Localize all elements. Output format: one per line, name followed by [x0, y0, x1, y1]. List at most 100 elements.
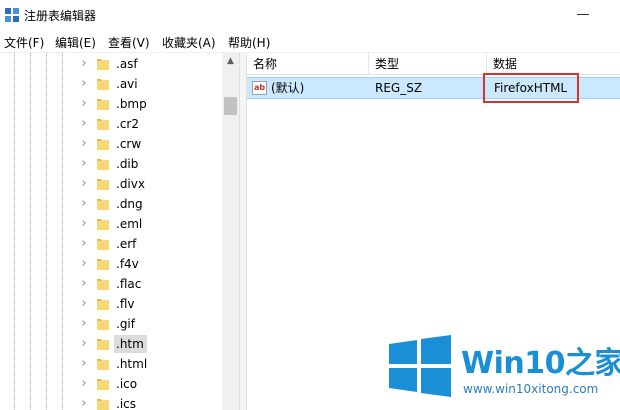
folder-icon [97, 79, 109, 90]
tree-item-label: .htm [114, 335, 147, 353]
chevron-right-icon[interactable]: › [78, 357, 90, 371]
folder-icon [97, 179, 109, 190]
tree-item[interactable]: › .asf [0, 54, 222, 74]
menu-favorites[interactable]: 收藏夹(A) [162, 34, 216, 51]
chevron-right-icon[interactable]: › [78, 197, 90, 211]
tree-item-label: .crw [116, 137, 142, 151]
regedit-app-icon [5, 8, 19, 22]
chevron-right-icon[interactable]: › [78, 97, 90, 111]
tree-item-label: .flac [116, 277, 142, 291]
tree-item[interactable]: › .bmp [0, 94, 222, 114]
tree-item-label: .html [116, 357, 148, 371]
value-name: (默认) [271, 81, 305, 95]
chevron-right-icon[interactable]: › [78, 397, 90, 410]
folder-icon [97, 199, 109, 210]
highlight-annotation-box [483, 73, 579, 103]
tree-item-label: .asf [116, 57, 138, 71]
value-type: REG_SZ [375, 81, 423, 95]
tree-item[interactable]: › .flac [0, 274, 222, 294]
tree-item-label: .eml [116, 217, 143, 231]
window-title: 注册表编辑器 [24, 9, 97, 23]
tree-item-label: .f4v [116, 257, 139, 271]
tree-item-label: .erf [116, 237, 137, 251]
tree-item[interactable]: › .dib [0, 154, 222, 174]
menu-edit[interactable]: 编辑(E) [55, 34, 96, 51]
tree-item-label: .ics [116, 397, 136, 410]
menu-view[interactable]: 查看(V) [108, 34, 150, 51]
tree-item[interactable]: › .gif [0, 314, 222, 334]
chevron-right-icon[interactable]: › [78, 297, 90, 311]
folder-icon [97, 339, 109, 350]
chevron-right-icon[interactable]: › [78, 137, 90, 151]
chevron-right-icon[interactable]: › [78, 277, 90, 291]
folder-icon [97, 399, 109, 410]
folder-icon [97, 159, 109, 170]
tree-item[interactable]: › .htm [0, 334, 222, 354]
watermark-url: www.win10xitong.com [463, 382, 599, 396]
column-header-type[interactable]: 类型 [369, 53, 487, 75]
tree-item[interactable]: › .html [0, 354, 222, 374]
watermark-title-suffix: 之家 [564, 346, 620, 381]
folder-icon [97, 219, 109, 230]
chevron-right-icon[interactable]: › [78, 117, 90, 131]
tree-item-label: .bmp [116, 97, 147, 111]
chevron-right-icon[interactable]: › [78, 337, 90, 351]
menu-bar: 文件(F) 编辑(E) 查看(V) 收藏夹(A) 帮助(H) [0, 30, 620, 53]
folder-icon [97, 359, 109, 370]
column-header-data[interactable]: 数据 [487, 53, 620, 75]
chevron-right-icon[interactable]: › [78, 157, 90, 171]
title-bar: 注册表编辑器 [0, 0, 620, 30]
folder-icon [97, 139, 109, 150]
tree-item-label: .divx [116, 177, 145, 191]
chevron-right-icon[interactable]: › [78, 77, 90, 91]
chevron-right-icon[interactable]: › [78, 237, 90, 251]
chevron-right-icon[interactable]: › [78, 257, 90, 271]
tree-scrollbar[interactable]: ▲ [222, 53, 239, 410]
watermark: Win10之家 www.win10xitong.com [383, 330, 620, 410]
watermark-title: Win10之家 [461, 338, 620, 382]
folder-icon [97, 119, 109, 130]
tree-item-label: .ico [116, 377, 138, 391]
folder-icon [97, 59, 109, 70]
scrollbar-thumb[interactable] [224, 97, 237, 115]
tree-item[interactable]: › .ico [0, 374, 222, 394]
tree-item-label: .flv [116, 297, 135, 311]
tree-item[interactable]: › .eml [0, 214, 222, 234]
tree-item[interactable]: › .flv [0, 294, 222, 314]
chevron-right-icon[interactable]: › [78, 177, 90, 191]
pane-splitter[interactable] [239, 53, 247, 410]
tree-item[interactable]: › .dng [0, 194, 222, 214]
folder-icon [97, 379, 109, 390]
menu-help[interactable]: 帮助(H) [228, 34, 270, 51]
tree-item[interactable]: › .erf [0, 234, 222, 254]
chevron-right-icon[interactable]: › [78, 217, 90, 231]
tree-item-label: .dib [116, 157, 139, 171]
tree-item-label: .cr2 [116, 117, 139, 131]
menu-file[interactable]: 文件(F) [4, 34, 44, 51]
folder-icon [97, 299, 109, 310]
tree-item[interactable]: › .avi [0, 74, 222, 94]
tree-item[interactable]: › .crw [0, 134, 222, 154]
watermark-title-main: Win10 [461, 346, 565, 381]
tree-item-label: .avi [116, 77, 138, 91]
folder-icon [97, 239, 109, 250]
regedit-window: 注册表编辑器 文件(F) 编辑(E) 查看(V) 收藏夹(A) 帮助(H) ›.… [0, 0, 620, 410]
tree-item-label: .dng [116, 197, 143, 211]
scroll-up-arrow-icon[interactable]: ▲ [222, 53, 239, 70]
tree-item-label: .gif [116, 317, 135, 331]
chevron-right-icon[interactable]: › [78, 57, 90, 71]
minimize-icon[interactable] [577, 14, 589, 15]
column-header-name[interactable]: 名称 [247, 53, 369, 75]
folder-icon [97, 99, 109, 110]
registry-key-tree[interactable]: › .asf › .avi › .bmp › .cr2 › .crw › .dib › .divx › .dn… [0, 53, 240, 410]
chevron-right-icon[interactable]: › [78, 317, 90, 331]
windows-logo-icon [389, 335, 451, 397]
tree-item[interactable]: › .f4v [0, 254, 222, 274]
folder-icon [97, 279, 109, 290]
tree-item[interactable]: › .cr2 [0, 114, 222, 134]
folder-icon [97, 259, 109, 270]
chevron-right-icon[interactable]: › [78, 377, 90, 391]
tree-item[interactable]: › .divx [0, 174, 222, 194]
tree-item[interactable]: › .ics [0, 394, 222, 410]
folder-icon [97, 319, 109, 330]
